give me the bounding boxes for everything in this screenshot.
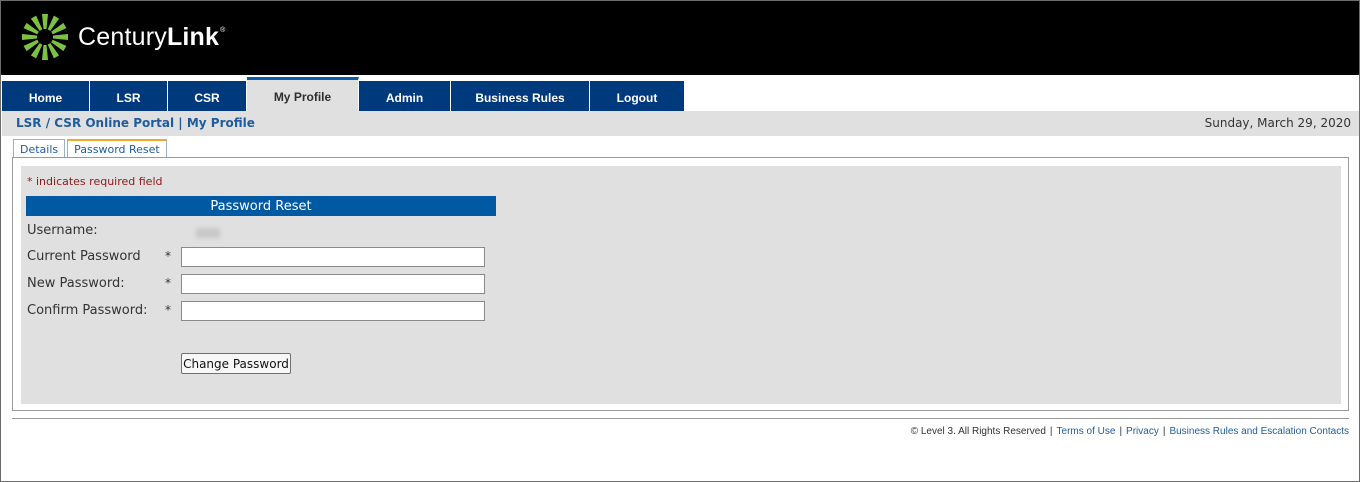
nav-item-my-profile[interactable]: My Profile bbox=[247, 77, 359, 114]
new-password-required-marker: * bbox=[165, 276, 171, 290]
footer-divider bbox=[12, 418, 1349, 419]
new-password-field[interactable] bbox=[181, 274, 485, 294]
footer-copyright: © Level 3. All Rights Reserved bbox=[910, 426, 1046, 437]
new-password-label: New Password: bbox=[27, 276, 125, 291]
username-label: Username: bbox=[27, 223, 98, 238]
tab-details[interactable]: Details bbox=[13, 139, 66, 158]
change-password-button[interactable]: Change Password bbox=[181, 353, 291, 374]
breadcrumb-separator: | bbox=[178, 116, 183, 130]
tab-content-container: * indicates required field Password Rese… bbox=[12, 157, 1349, 411]
confirm-password-field[interactable] bbox=[181, 301, 485, 321]
nav-item-lsr[interactable]: LSR bbox=[90, 81, 168, 114]
breadcrumb-bar: LSR / CSR Online Portal | My Profile Sun… bbox=[2, 111, 1359, 136]
required-field-note: * indicates required field bbox=[27, 175, 163, 188]
breadcrumb-portal-link[interactable]: LSR / CSR Online Portal bbox=[16, 116, 174, 130]
footer-separator: | bbox=[1162, 426, 1166, 437]
brand-name-regular: Century bbox=[78, 23, 167, 51]
nav-item-admin[interactable]: Admin bbox=[359, 81, 451, 114]
centurylink-logo-icon bbox=[22, 14, 68, 60]
terms-of-use-link[interactable]: Terms of Use bbox=[1057, 426, 1116, 437]
current-date: Sunday, March 29, 2020 bbox=[1204, 116, 1351, 130]
nav-item-csr[interactable]: CSR bbox=[168, 81, 247, 114]
breadcrumb-current[interactable]: My Profile bbox=[187, 116, 255, 130]
business-rules-contacts-link[interactable]: Business Rules and Escalation Contacts bbox=[1169, 426, 1349, 437]
section-title: Password Reset bbox=[26, 196, 496, 216]
profile-subtabs: Details Password Reset bbox=[13, 139, 169, 158]
site-header: CenturyLink® bbox=[1, 1, 1359, 75]
password-reset-panel: * indicates required field Password Rese… bbox=[21, 166, 1341, 404]
main-nav: Home LSR CSR My Profile Admin Business R… bbox=[2, 77, 685, 114]
footer-separator: | bbox=[1119, 426, 1123, 437]
privacy-link[interactable]: Privacy bbox=[1126, 426, 1159, 437]
current-password-label: Current Password bbox=[27, 249, 141, 264]
browser-frame: CenturyLink® Home LSR CSR My Profile Adm… bbox=[0, 0, 1360, 482]
footer-separator: | bbox=[1049, 426, 1053, 437]
nav-item-logout[interactable]: Logout bbox=[590, 81, 685, 114]
brand-name-bold: Link bbox=[166, 23, 220, 51]
nav-item-business-rules[interactable]: Business Rules bbox=[451, 81, 590, 114]
brand-trademark: ® bbox=[220, 27, 226, 34]
current-password-field[interactable] bbox=[181, 247, 485, 267]
nav-item-home[interactable]: Home bbox=[2, 81, 90, 114]
confirm-password-label: Confirm Password: bbox=[27, 303, 148, 318]
footer: © Level 3. All Rights Reserved | Terms of … bbox=[911, 426, 1349, 437]
breadcrumb: LSR / CSR Online Portal | My Profile bbox=[16, 116, 255, 130]
brand-wordmark: CenturyLink® bbox=[78, 23, 226, 52]
current-password-required-marker: * bbox=[165, 249, 171, 263]
confirm-password-required-marker: * bbox=[165, 303, 171, 317]
username-value-redacted bbox=[196, 228, 220, 238]
tab-password-reset[interactable]: Password Reset bbox=[67, 139, 167, 158]
